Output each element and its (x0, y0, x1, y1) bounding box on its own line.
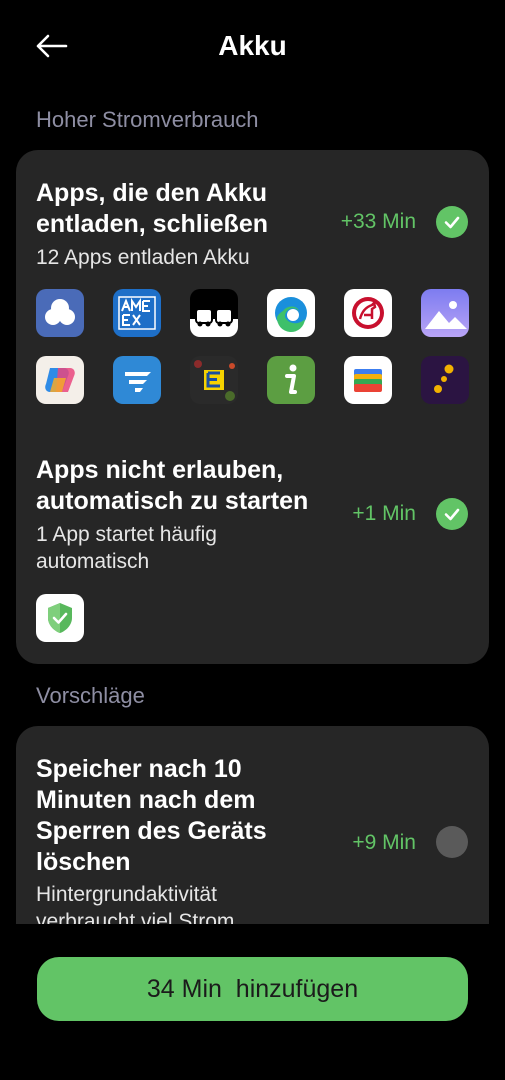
section-label-high-usage: Hoher Stromverbrauch (36, 107, 259, 132)
close-apps-title-line2: entladen, schließen (36, 210, 269, 238)
gallery-app-icon (421, 289, 469, 337)
autostart-subtitle-line1: 1 App startet häufig (36, 523, 217, 546)
autostart-check-icon[interactable] (436, 498, 468, 530)
dots-app-icon (421, 356, 469, 404)
edge-browser-icon (267, 289, 315, 337)
flight-app-icon (113, 356, 161, 404)
section-label-suggestions: Vorschläge (36, 683, 145, 708)
cloud-app-icon (36, 289, 84, 337)
memory-title-line1: Speicher nach 10 (36, 755, 242, 783)
copilot-app-icon (36, 356, 84, 404)
memory-title-line2: Minuten nach dem (36, 786, 256, 814)
wallet-app-icon (344, 356, 392, 404)
close-apps-subtitle: 12 Apps entladen Akku (36, 246, 250, 269)
page-title: Akku (218, 30, 287, 61)
autostart-subtitle-line2: automatisch (36, 550, 150, 573)
autostart-title-line2: automatisch zu starten (36, 487, 309, 515)
traffic-app-icon (190, 289, 238, 337)
info-app-icon (267, 356, 315, 404)
add-time-button[interactable]: 34 Min hinzufügen (37, 957, 468, 1021)
shield-app-icon (36, 594, 84, 642)
amex-app-icon (113, 289, 161, 337)
app-header: Akku (0, 0, 505, 95)
autostart-gain: +1 Min (352, 502, 416, 525)
close-apps-title-line1: Apps, die den Akku (36, 179, 268, 207)
memory-gain: +9 Min (352, 831, 416, 854)
edeka-app-icon (190, 356, 238, 404)
memory-title-line3: Sperren des Geräts (36, 817, 267, 845)
high-usage-card: Apps, die den Akku entladen, schließen 1… (16, 150, 489, 664)
memory-subtitle-line1: Hintergrundaktivität (36, 883, 217, 906)
rossmann-app-icon (344, 289, 392, 337)
autostart-title-line1: Apps nicht erlauben, (36, 456, 284, 484)
close-apps-gain: +33 Min (340, 210, 416, 233)
memory-toggle-radio[interactable] (436, 826, 468, 858)
suggestion-card: Speicher nach 10 Minuten nach dem Sperre… (16, 726, 489, 956)
close-apps-check-icon[interactable] (436, 206, 468, 238)
memory-title-line4: löschen (36, 848, 131, 876)
